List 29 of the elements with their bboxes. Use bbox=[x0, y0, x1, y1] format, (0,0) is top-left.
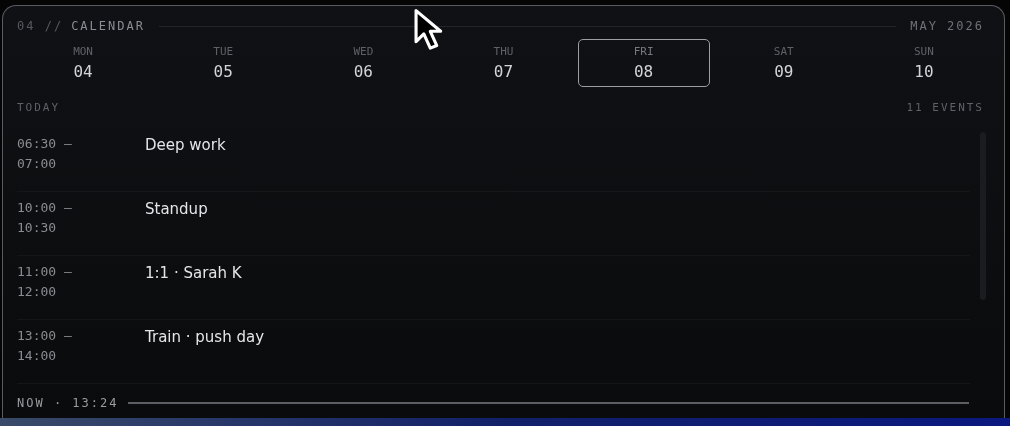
end-time: 14:00 bbox=[17, 347, 58, 365]
event-row[interactable]: 11:00 – 12:00 1:1 · Sarah K bbox=[17, 256, 970, 320]
end-time: 07:00 bbox=[17, 155, 58, 173]
event-count: 11 EVENTS bbox=[906, 101, 984, 114]
event-row[interactable]: 06:30 – 07:00 Deep work bbox=[17, 128, 970, 192]
section-title: CALENDAR bbox=[71, 19, 145, 33]
event-row[interactable]: 10:00 – 10:30 Standup bbox=[17, 192, 970, 256]
day-tab[interactable]: FRI 08 bbox=[577, 39, 710, 87]
start-time: 06:30 – bbox=[17, 135, 73, 153]
event-title: 1:1 · Sarah K bbox=[145, 263, 242, 282]
now-time: NOW · 13:24 bbox=[17, 396, 119, 410]
start-time: 13:00 – bbox=[17, 327, 73, 345]
event-title: Standup bbox=[145, 199, 208, 218]
end-time: 10:30 bbox=[17, 219, 58, 237]
day-tab[interactable]: SAT 09 bbox=[717, 39, 850, 87]
event-title: Deep work bbox=[145, 135, 226, 154]
month-label: MAY 2026 bbox=[910, 19, 984, 33]
event-title: Train · push day bbox=[145, 327, 264, 346]
end-time: 12:00 bbox=[17, 283, 58, 301]
start-time: 11:00 – bbox=[17, 263, 73, 281]
section-index: 04 // bbox=[17, 19, 64, 33]
event-row[interactable]: 13:00 – 14:00 Train · push day bbox=[17, 320, 970, 384]
day-tab[interactable]: TUE 05 bbox=[157, 39, 290, 87]
day-tab[interactable]: MON 04 bbox=[17, 39, 150, 87]
start-time: 10:00 – bbox=[17, 199, 73, 217]
day-tab[interactable]: SUN 10 bbox=[857, 39, 990, 87]
day-tab[interactable]: WED 06 bbox=[297, 39, 430, 87]
today-label: TODAY bbox=[17, 101, 61, 114]
day-tab[interactable]: THU 07 bbox=[437, 39, 570, 87]
